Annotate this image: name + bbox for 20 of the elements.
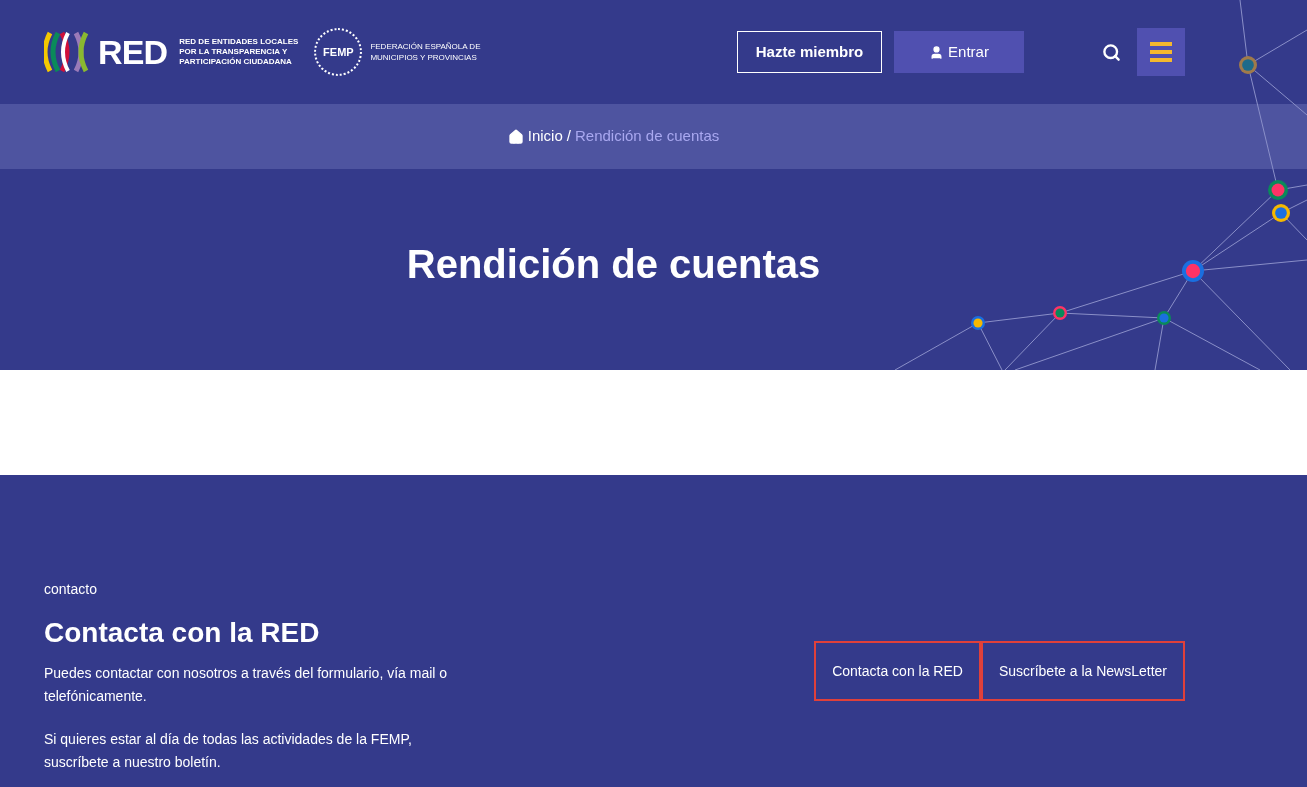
user-icon [929, 44, 945, 60]
footer-link-button[interactable]: Contacta con la RED [814, 641, 981, 701]
menu-button[interactable] [1137, 28, 1185, 76]
contact-text: Si quieres estar al día de todas las actividades de la FEMP, suscríbete a nuestro boletín. [44, 730, 413, 772]
footer-link-button[interactable]: Suscríbete a la NewsLetter [980, 641, 1185, 701]
logo-wordmark: RED [98, 35, 168, 69]
section-eyebrow: contacto [44, 580, 98, 599]
breadcrumb-link[interactable]: Inicio [507, 125, 563, 148]
home-icon [507, 128, 524, 145]
search-icon[interactable] [1102, 42, 1121, 62]
contact-text: Puedes contactar con nosotros a través del formulario, vía mail o telefónicamente. [44, 664, 449, 706]
logo-tagline: RED DE ENTIDADES LOCALES POR LA TRANSPARENCIA Y PARTICIPACIÓN CIUDADANA [179, 37, 299, 67]
member-button[interactable]: Hazte miembro [737, 31, 882, 73]
star-ring-logo: FEMP [314, 28, 363, 76]
breadcrumb-separator: / [566, 126, 571, 147]
arcs-logo-icon [44, 29, 90, 75]
page-title: Rendición de cuentas [406, 240, 821, 288]
contact-heading: Contacta con la RED [44, 616, 321, 650]
login-button[interactable]: Entrar [894, 31, 1024, 73]
partner-name: FEDERACIÓN ESPAÑOLA DE MUNICIPIOS Y PROVINCIAS [370, 41, 481, 63]
